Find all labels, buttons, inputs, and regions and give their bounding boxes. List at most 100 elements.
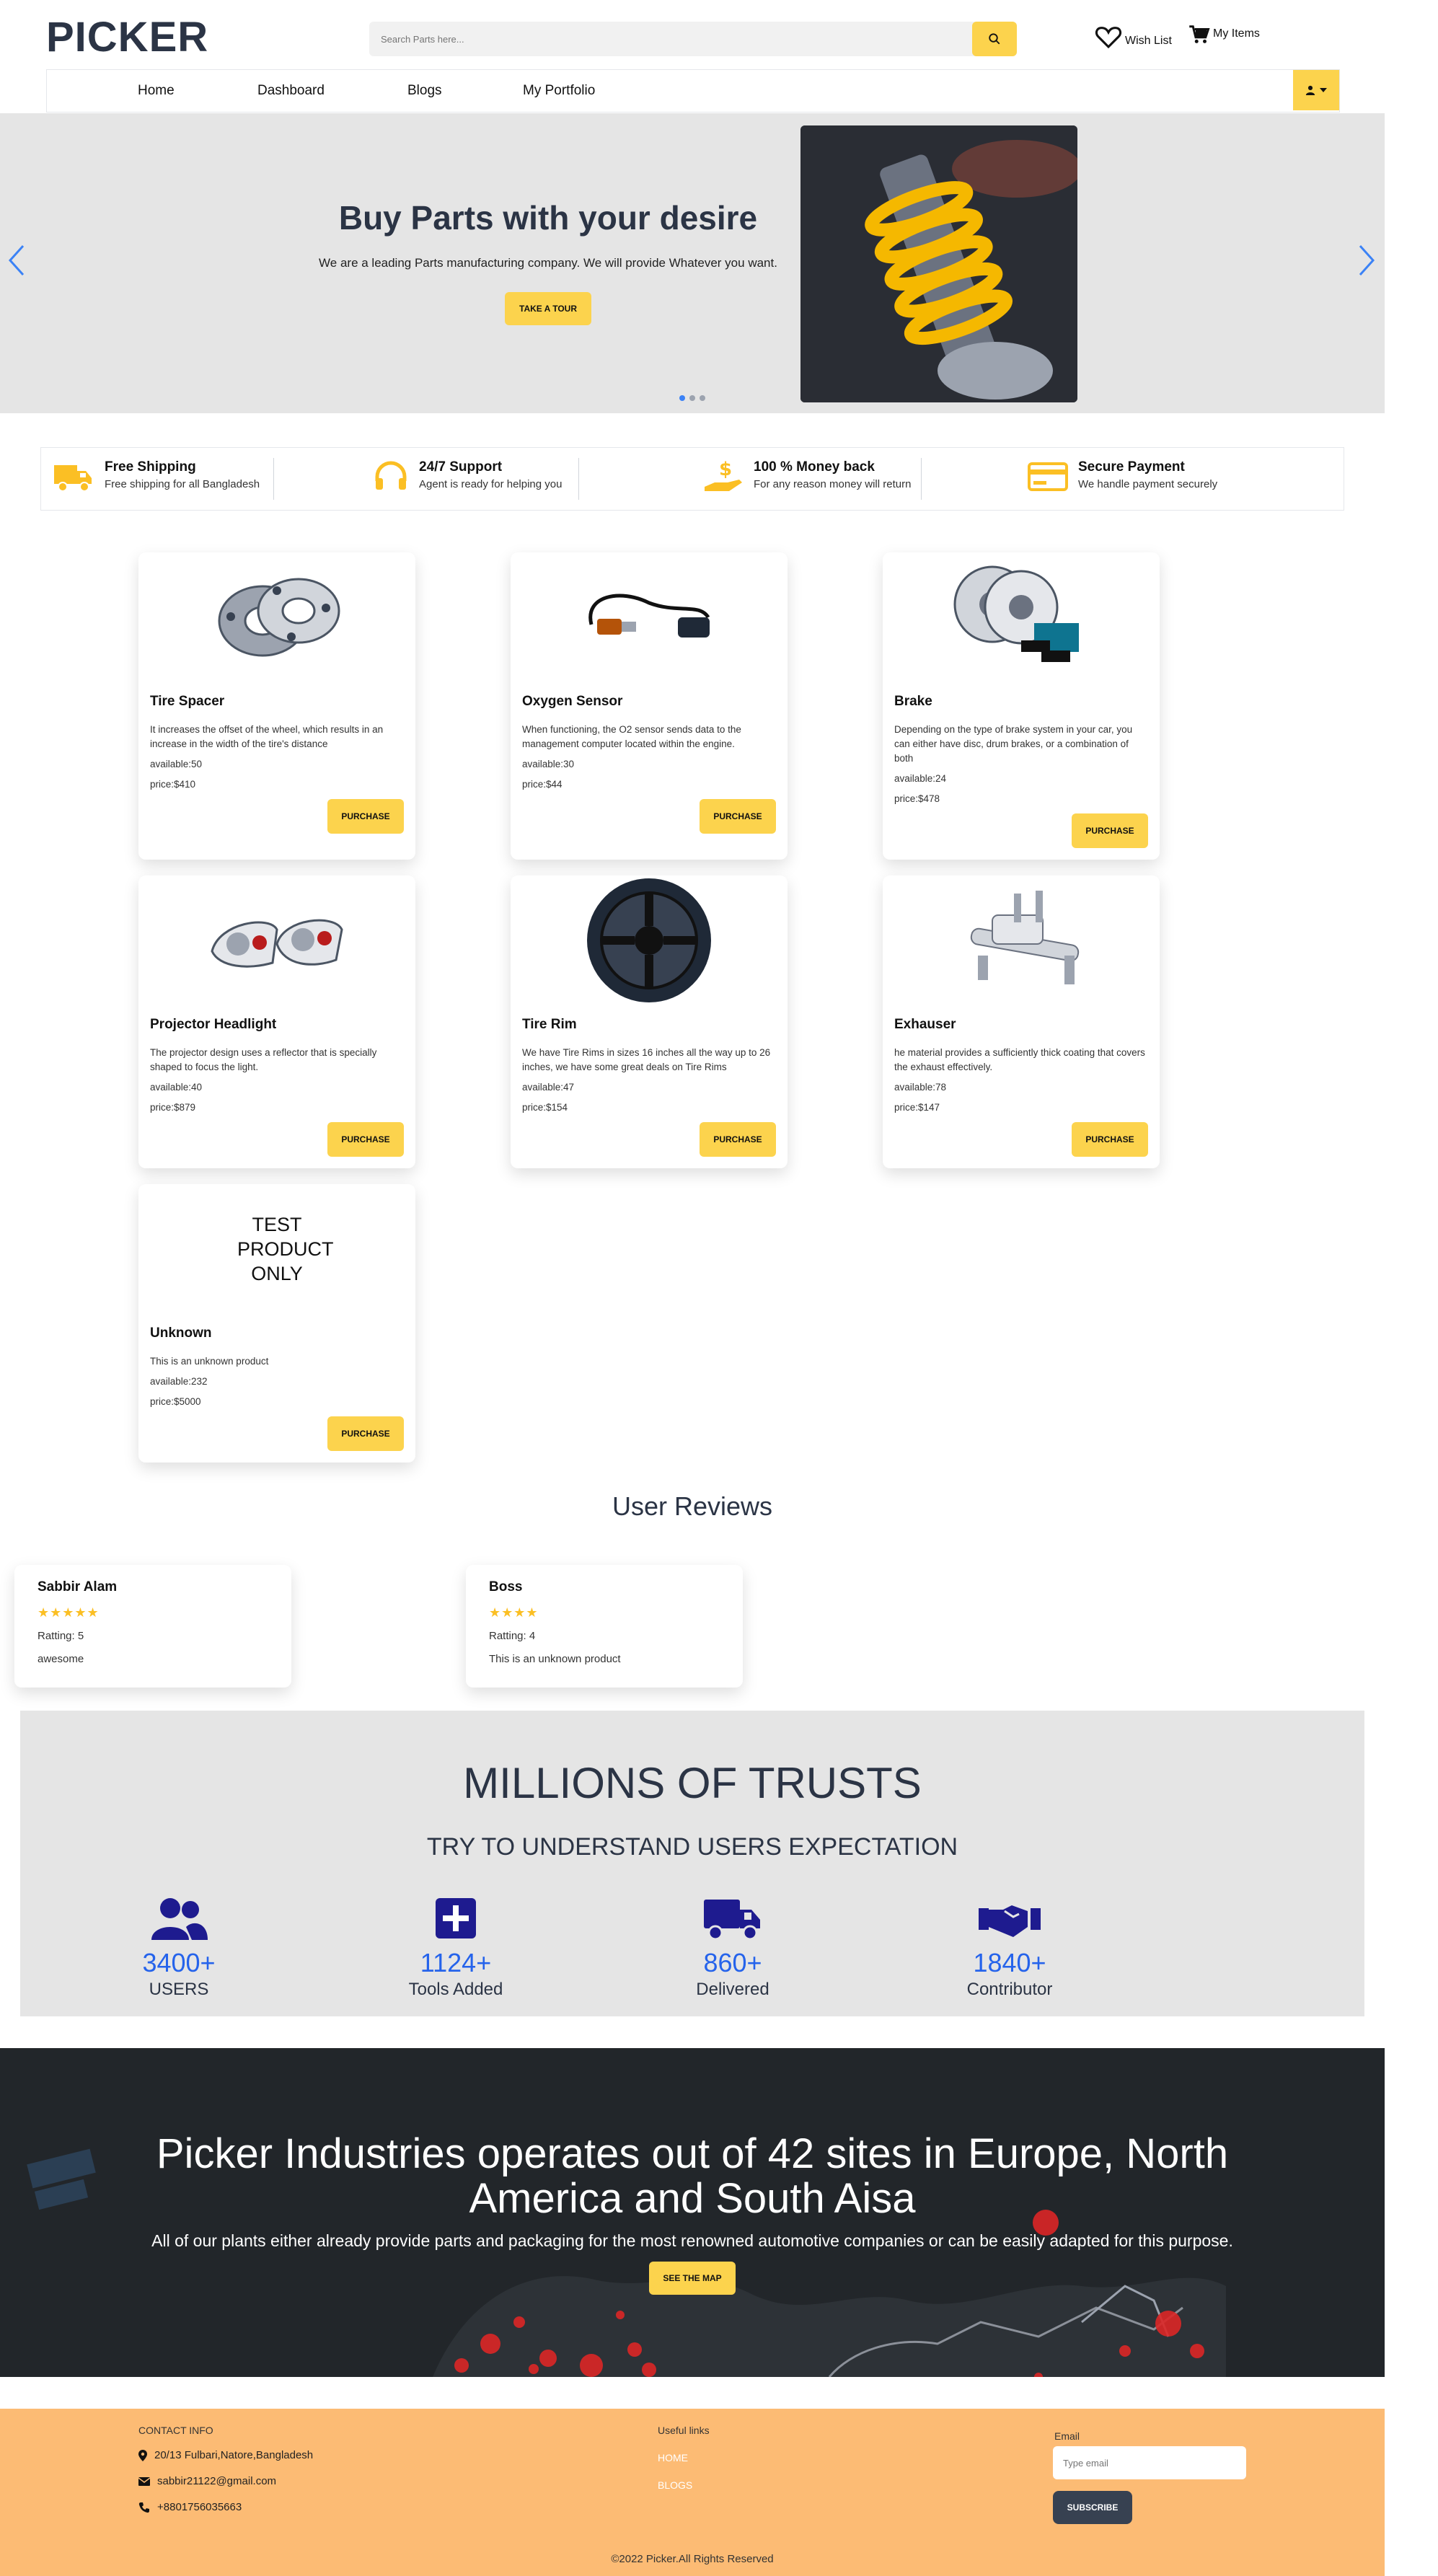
product-name: Exhauser (894, 1017, 956, 1032)
product-card: Tire Spacer It increases the offset of t… (138, 552, 415, 860)
review-card: Boss ★★★★ Ratting: 4 This is an unknown … (466, 1565, 743, 1688)
plus-square-icon (436, 1898, 476, 1938)
feature-title: 100 % Money back (754, 459, 875, 475)
carousel-prev-button[interactable] (6, 243, 26, 281)
map-pin-icon (138, 2449, 147, 2461)
carousel-dot-1[interactable] (679, 395, 685, 401)
search-button[interactable] (972, 22, 1017, 56)
carousel-dot-2[interactable] (689, 395, 695, 401)
stat-tools: 1124+ Tools Added (369, 1895, 542, 2000)
reviewer-name: Boss (489, 1579, 523, 1594)
email-text[interactable]: sabbir21122@gmail.com (157, 2475, 276, 2487)
newsletter-email-input[interactable] (1053, 2446, 1246, 2479)
page: PICKER Wish List My Items Home Dashboard… (0, 0, 1438, 2576)
purchase-button[interactable]: PURCHASE (327, 799, 404, 834)
product-price: price:$5000 (150, 1396, 201, 1407)
myitems-link[interactable]: My Items (1188, 25, 1260, 45)
product-name: Brake (894, 694, 932, 709)
stat-number: 1124+ (420, 1948, 492, 1977)
credit-card-icon (1028, 462, 1068, 491)
sites-title: Picker Industries operates out of 42 sit… (156, 2130, 1229, 2222)
product-image (883, 875, 1160, 1005)
site-logo[interactable]: PICKER (46, 13, 208, 61)
nav-item-blogs[interactable]: Blogs (407, 83, 442, 99)
product-price: price:$147 (894, 1102, 940, 1113)
phone-icon (138, 2502, 149, 2513)
email-label: Email (1054, 2430, 1080, 2442)
exhauser-image (970, 891, 1080, 984)
trust-subtitle: TRY TO UNDERSTAND USERS EXPECTATION (426, 1833, 958, 1861)
nav-item-portfolio[interactable]: My Portfolio (523, 83, 595, 99)
product-available: available:47 (522, 1082, 575, 1093)
feature-subtitle: Agent is ready for helping you (419, 478, 563, 490)
money-hand-icon: $ (705, 459, 742, 491)
feature-money-back: $ 100 % Money back For any reason money w… (703, 459, 911, 495)
stat-label: USERS (149, 1980, 209, 1999)
feature-title: 24/7 Support (419, 459, 503, 475)
tire-rim-image (587, 878, 711, 1002)
carousel-next-button[interactable] (1357, 243, 1377, 281)
purchase-button[interactable]: PURCHASE (327, 1122, 404, 1157)
product-name: Projector Headlight (150, 1017, 277, 1032)
headlight-image (211, 919, 343, 968)
purchase-button[interactable]: PURCHASE (1072, 1122, 1148, 1157)
review-text: awesome (38, 1653, 84, 1665)
purchase-button[interactable]: PURCHASE (327, 1416, 404, 1451)
product-price: price:$44 (522, 779, 563, 790)
test-product-placeholder: TEST PRODUCT ONLY (237, 1214, 334, 1284)
stat-users: 3400+ USERS (92, 1895, 265, 2000)
take-tour-button[interactable]: TAKE A TOUR (505, 292, 591, 325)
users-icon (151, 1898, 208, 1940)
subscribe-button[interactable]: SUBSCRIBE (1053, 2491, 1132, 2524)
search-input[interactable] (369, 22, 972, 56)
address-text: 20/13 Fulbari,Natore,Bangladesh (154, 2449, 314, 2461)
product-image (138, 552, 415, 682)
product-description: he material provides a sufficiently thic… (894, 1047, 1145, 1072)
product-description: When functioning, the O2 sensor sends da… (522, 724, 741, 749)
caret-down-icon (1320, 88, 1327, 92)
product-card: Brake Depending on the type of brake sys… (883, 552, 1160, 860)
carousel-dot-3[interactable] (700, 395, 705, 401)
product-available: available:24 (894, 773, 947, 784)
user-icon (1305, 85, 1315, 95)
hero-carousel: Buy Parts with your desire We are a lead… (0, 113, 1385, 413)
feature-divider (273, 458, 274, 500)
user-menu-button[interactable] (1293, 70, 1339, 110)
product-description: We have Tire Rims in sizes 16 inches all… (522, 1047, 771, 1072)
stat-number: 3400+ (142, 1948, 216, 1977)
purchase-button[interactable]: PURCHASE (700, 1122, 776, 1157)
feature-subtitle: For any reason money will return (754, 478, 912, 490)
review-text: This is an unknown product (489, 1653, 621, 1665)
nav-item-home[interactable]: Home (138, 83, 175, 99)
review-rating: Ratting: 4 (489, 1630, 536, 1642)
product-description: The projector design uses a reflector th… (150, 1047, 377, 1072)
product-name: Oxygen Sensor (522, 694, 623, 709)
myitems-label: My Items (1213, 27, 1260, 40)
stat-number: 860+ (703, 1948, 762, 1977)
stat-contributor: 1840+ Contributor (923, 1895, 1096, 2000)
nav-item-dashboard[interactable]: Dashboard (257, 83, 325, 99)
wishlist-label: Wish List (1125, 35, 1172, 47)
oxygen-sensor-image (588, 594, 710, 638)
product-image (511, 875, 788, 1005)
sites-map-banner: Picker Industries operates out of 42 sit… (0, 2048, 1385, 2377)
stat-label: Delivered (696, 1980, 769, 1999)
purchase-button[interactable]: PURCHASE (1072, 813, 1148, 848)
footer-link-home[interactable]: HOME (658, 2452, 688, 2463)
purchase-button[interactable]: PURCHASE (700, 799, 776, 834)
truck-icon (54, 465, 92, 492)
product-available: available:78 (894, 1082, 947, 1093)
product-name: Tire Rim (522, 1017, 577, 1032)
phone-text[interactable]: +8801756035663 (157, 2501, 242, 2513)
tire-spacer-image (218, 578, 340, 657)
wishlist-link[interactable]: Wish List (1095, 25, 1172, 49)
stat-delivered: 860+ Delivered (646, 1895, 819, 2000)
contact-address: 20/13 Fulbari,Natore,Bangladesh (138, 2449, 313, 2461)
product-name: Tire Spacer (150, 694, 225, 709)
product-price: price:$410 (150, 779, 196, 790)
reviews-heading: User Reviews (612, 1491, 773, 1521)
footer-link-blogs[interactable]: BLOGS (658, 2479, 692, 2491)
product-card: Oxygen Sensor When functioning, the O2 s… (511, 552, 788, 860)
see-map-button[interactable]: SEE THE MAP (649, 2262, 736, 2295)
footer: CONTACT INFO 20/13 Fulbari,Natore,Bangla… (0, 2409, 1385, 2576)
